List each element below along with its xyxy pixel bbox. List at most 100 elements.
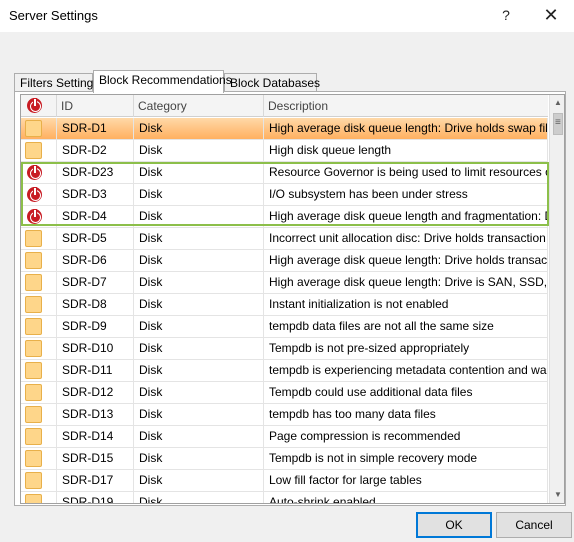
box-icon[interactable] bbox=[25, 252, 42, 269]
scroll-up-arrow-icon[interactable]: ▲ bbox=[550, 95, 564, 111]
row-icon-cell[interactable] bbox=[21, 448, 57, 469]
table-row[interactable]: SDR-D11 Disk tempdb is experiencing metada… bbox=[21, 360, 548, 382]
box-icon[interactable] bbox=[25, 274, 42, 291]
table-row[interactable]: SDR-D14 Disk Page compression is recommend… bbox=[21, 426, 548, 448]
table-row[interactable]: SDR-D3 Disk I/O subsystem has been under s… bbox=[21, 184, 548, 206]
close-button[interactable]: ✕ bbox=[536, 4, 566, 26]
header-block-column[interactable] bbox=[21, 95, 57, 117]
row-icon-cell[interactable] bbox=[21, 206, 57, 227]
row-icon-cell[interactable] bbox=[21, 470, 57, 491]
table-row[interactable]: SDR-D2 Disk High disk queue length bbox=[21, 140, 548, 162]
row-icon-cell[interactable] bbox=[21, 426, 57, 447]
table-row[interactable]: SDR-D13 Disk tempdb has too many data file… bbox=[21, 404, 548, 426]
row-icon-cell[interactable] bbox=[21, 382, 57, 403]
tab-block-recommendations[interactable]: Block Recommendations bbox=[93, 70, 232, 93]
row-description: High average disk queue length: Drive is… bbox=[264, 272, 548, 293]
box-icon[interactable] bbox=[25, 230, 42, 247]
scroll-thumb[interactable] bbox=[553, 113, 563, 135]
box-icon[interactable] bbox=[25, 450, 42, 467]
row-id: SDR-D17 bbox=[57, 470, 134, 491]
block-icon[interactable] bbox=[27, 165, 42, 180]
box-icon[interactable] bbox=[25, 340, 42, 357]
row-description: tempdb is experiencing metadata contenti… bbox=[264, 360, 548, 381]
box-icon[interactable] bbox=[25, 142, 42, 159]
grid-header: ID Category Description bbox=[21, 95, 548, 117]
table-row[interactable]: SDR-D15 Disk Tempdb is not in simple recov… bbox=[21, 448, 548, 470]
vertical-scrollbar[interactable]: ▲ ▼ bbox=[549, 95, 564, 503]
row-icon-cell[interactable] bbox=[21, 184, 57, 205]
row-category: Disk bbox=[134, 250, 264, 271]
box-icon[interactable] bbox=[25, 384, 42, 401]
box-icon[interactable] bbox=[25, 120, 42, 137]
box-icon[interactable] bbox=[25, 472, 42, 489]
row-id: SDR-D8 bbox=[57, 294, 134, 315]
box-icon[interactable] bbox=[25, 406, 42, 423]
row-category: Disk bbox=[134, 492, 264, 503]
row-icon-cell[interactable] bbox=[21, 492, 57, 503]
row-icon-cell[interactable] bbox=[21, 250, 57, 271]
row-icon-cell[interactable] bbox=[21, 140, 57, 161]
recommendations-grid: ID Category Description SDR-D1 Disk High a… bbox=[20, 94, 565, 504]
row-category: Disk bbox=[134, 140, 264, 161]
table-row[interactable]: SDR-D23 Disk Resource Governor is being us… bbox=[21, 162, 548, 184]
table-row[interactable]: SDR-D8 Disk Instant initialization is not … bbox=[21, 294, 548, 316]
row-category: Disk bbox=[134, 338, 264, 359]
row-category: Disk bbox=[134, 184, 264, 205]
block-icon[interactable] bbox=[27, 187, 42, 202]
row-category: Disk bbox=[134, 470, 264, 491]
table-row[interactable]: SDR-D5 Disk Incorrect unit allocation disc… bbox=[21, 228, 548, 250]
row-icon-cell[interactable] bbox=[21, 294, 57, 315]
table-row[interactable]: SDR-D6 Disk High average disk queue length… bbox=[21, 250, 548, 272]
row-description: Resource Governor is being used to limit… bbox=[264, 162, 548, 183]
row-id: SDR-D1 bbox=[57, 118, 134, 139]
row-description: Page compression is recommended bbox=[264, 426, 548, 447]
row-description: Low fill factor for large tables bbox=[264, 470, 548, 491]
row-id: SDR-D14 bbox=[57, 426, 134, 447]
row-description: Instant initialization is not enabled bbox=[264, 294, 548, 315]
table-row[interactable]: SDR-D7 Disk High average disk queue length… bbox=[21, 272, 548, 294]
row-category: Disk bbox=[134, 316, 264, 337]
table-row[interactable]: SDR-D4 Disk High average disk queue length… bbox=[21, 206, 548, 228]
row-description: Incorrect unit allocation disc: Drive ho… bbox=[264, 228, 548, 249]
row-icon-cell[interactable] bbox=[21, 404, 57, 425]
tab-filters-settings[interactable]: Filters Settings bbox=[14, 73, 99, 92]
help-button[interactable]: ? bbox=[491, 4, 521, 26]
box-icon[interactable] bbox=[25, 318, 42, 335]
box-icon[interactable] bbox=[25, 362, 42, 379]
row-id: SDR-D3 bbox=[57, 184, 134, 205]
table-row[interactable]: SDR-D17 Disk Low fill factor for large tab… bbox=[21, 470, 548, 492]
box-icon[interactable] bbox=[25, 428, 42, 445]
row-icon-cell[interactable] bbox=[21, 118, 57, 139]
row-id: SDR-D5 bbox=[57, 228, 134, 249]
ok-button[interactable]: OK bbox=[416, 512, 492, 538]
header-description[interactable]: Description bbox=[264, 95, 548, 117]
table-row[interactable]: SDR-D12 Disk Tempdb could use additional d… bbox=[21, 382, 548, 404]
row-id: SDR-D15 bbox=[57, 448, 134, 469]
row-icon-cell[interactable] bbox=[21, 338, 57, 359]
row-category: Disk bbox=[134, 360, 264, 381]
row-icon-cell[interactable] bbox=[21, 360, 57, 381]
block-icon bbox=[27, 98, 42, 113]
row-description: Tempdb could use additional data files bbox=[264, 382, 548, 403]
row-category: Disk bbox=[134, 404, 264, 425]
box-icon[interactable] bbox=[25, 296, 42, 313]
row-description: I/O subsystem has been under stress bbox=[264, 184, 548, 205]
row-category: Disk bbox=[134, 228, 264, 249]
row-icon-cell[interactable] bbox=[21, 162, 57, 183]
row-id: SDR-D7 bbox=[57, 272, 134, 293]
row-icon-cell[interactable] bbox=[21, 228, 57, 249]
row-id: SDR-D13 bbox=[57, 404, 134, 425]
header-category[interactable]: Category bbox=[134, 95, 264, 117]
row-icon-cell[interactable] bbox=[21, 272, 57, 293]
table-row[interactable]: SDR-D10 Disk Tempdb is not pre-sized appro… bbox=[21, 338, 548, 360]
tab-block-databases[interactable]: Block Databases bbox=[224, 73, 320, 92]
row-icon-cell[interactable] bbox=[21, 316, 57, 337]
table-row[interactable]: SDR-D9 Disk tempdb data files are not all … bbox=[21, 316, 548, 338]
table-row[interactable]: SDR-D19 Disk Auto-shrink enabled bbox=[21, 492, 548, 503]
block-icon[interactable] bbox=[27, 209, 42, 224]
table-row[interactable]: SDR-D1 Disk High average disk queue length… bbox=[21, 118, 548, 140]
scroll-down-arrow-icon[interactable]: ▼ bbox=[550, 487, 564, 503]
box-icon[interactable] bbox=[25, 494, 42, 503]
header-id[interactable]: ID bbox=[57, 95, 134, 117]
cancel-button[interactable]: Cancel bbox=[496, 512, 572, 538]
